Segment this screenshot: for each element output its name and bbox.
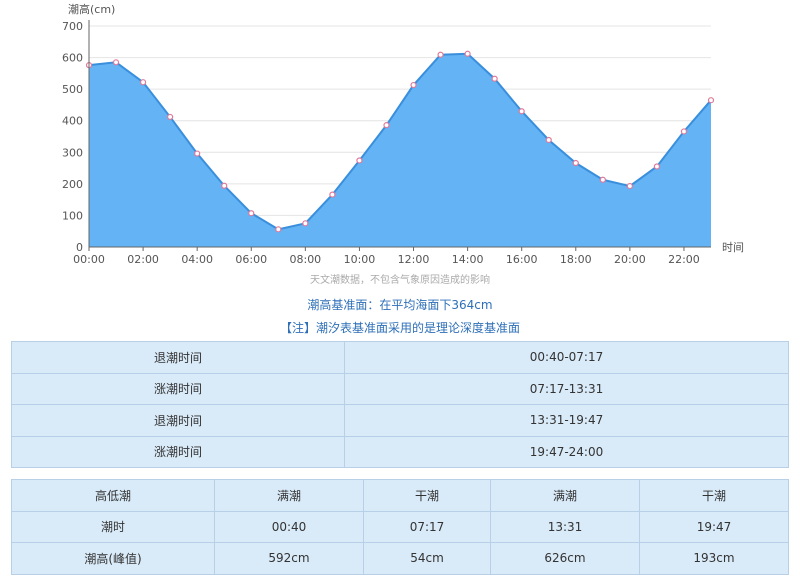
- tide-area: [89, 53, 711, 248]
- data-source-note: 天文潮数据，不包含气象原因造成的影响: [310, 275, 490, 286]
- y-tick-label: 300: [62, 146, 83, 159]
- table-row: 退潮时间 00:40-07:17: [11, 341, 789, 374]
- tide-height-cell: 54cm: [363, 542, 491, 575]
- data-point: [329, 191, 336, 198]
- tide-time-cell: 07:17: [363, 510, 491, 543]
- y-tick-label: 100: [62, 209, 83, 222]
- table-row: 潮高(峰值) 592cm 54cm 626cm 193cm: [11, 542, 789, 575]
- period-label: 退潮时间: [11, 404, 345, 437]
- chart-series: [85, 50, 715, 248]
- data-point: [221, 182, 228, 189]
- period-label: 涨潮时间: [11, 372, 345, 405]
- header-cell: 满潮: [490, 479, 640, 512]
- x-tick-label: 12:00: [398, 253, 430, 265]
- data-point: [464, 50, 471, 57]
- row-label: 潮时: [11, 510, 215, 543]
- tide-period-table: 退潮时间 00:40-07:17 涨潮时间 07:17-13:31 退潮时间 1…: [11, 341, 789, 468]
- data-point: [410, 81, 417, 89]
- data-point: [545, 136, 552, 144]
- header-cell: 高低潮: [11, 479, 215, 512]
- theory-note: 【注】潮汐表基准面采用的是理论深度基准面: [279, 321, 520, 335]
- tide-chart: 010020030040050060070000:00 02:00 04:00 06:…: [62, 2, 744, 265]
- tide-time-cell: 19:47: [639, 510, 789, 543]
- data-point: [599, 176, 606, 183]
- x-tick-label: 18:00: [560, 253, 592, 265]
- y-tick-label: 600: [62, 52, 83, 65]
- y-axis-label: 潮高(cm): [68, 2, 115, 16]
- x-axis-label: 时间: [722, 241, 744, 254]
- data-point: [626, 182, 633, 190]
- x-tick-label: 14:00: [452, 253, 484, 265]
- x-tick-label: 20:00: [614, 253, 646, 265]
- y-tick-label: 200: [62, 178, 83, 191]
- period-value: 13:31-19:47: [344, 404, 789, 437]
- data-point: [653, 163, 661, 170]
- data-point: [248, 210, 255, 217]
- tide-height-cell: 592cm: [214, 542, 364, 575]
- period-label: 涨潮时间: [11, 435, 345, 468]
- table-row: 涨潮时间 19:47-24:00: [11, 435, 789, 468]
- period-value: 00:40-07:17: [344, 341, 789, 374]
- x-tick-label: 04:00: [181, 253, 213, 265]
- row-label: 潮高(峰值): [11, 542, 215, 575]
- header-cell: 干潮: [639, 479, 789, 512]
- period-value: 07:17-13:31: [344, 372, 789, 405]
- x-tick-label: 16:00: [506, 253, 538, 265]
- data-point: [356, 157, 363, 164]
- x-tick-label: 06:00: [235, 253, 267, 265]
- data-point: [383, 122, 390, 129]
- data-point: [112, 59, 120, 66]
- tide-height-cell: 193cm: [639, 542, 789, 575]
- tide-extremes-table: 高低潮 满潮 干潮 满潮 干潮 潮时 00:40 07:17 13:31 19:…: [11, 479, 789, 575]
- header-cell: 干潮: [363, 479, 491, 512]
- period-label: 退潮时间: [11, 341, 345, 374]
- tide-time-cell: 00:40: [214, 510, 364, 543]
- data-point: [680, 128, 688, 135]
- y-tick-label: 500: [62, 83, 83, 96]
- table-header-row: 高低潮 满潮 干潮 满潮 干潮: [11, 479, 789, 512]
- data-point: [707, 97, 715, 104]
- x-tick-label: 10:00: [344, 253, 376, 265]
- data-point: [572, 159, 579, 167]
- table-row: 潮时 00:40 07:17 13:31 19:47: [11, 510, 789, 543]
- x-tick-label: 02:00: [127, 253, 159, 265]
- data-point: [437, 51, 444, 58]
- x-tick-label: 08:00: [289, 253, 321, 265]
- y-tick-label: 400: [62, 115, 83, 128]
- data-point: [275, 226, 282, 233]
- data-point: [139, 79, 147, 86]
- data-point: [167, 113, 174, 121]
- table-row: 退潮时间 13:31-19:47: [11, 404, 789, 437]
- tide-time-cell: 13:31: [490, 510, 640, 543]
- tide-height-cell: 626cm: [490, 542, 640, 575]
- data-point: [518, 108, 525, 115]
- table-row: 涨潮时间 07:17-13:31: [11, 372, 789, 405]
- datum-note: 潮高基准面：在平均海面下364cm: [307, 298, 493, 312]
- header-cell: 满潮: [214, 479, 364, 512]
- data-point: [491, 75, 498, 82]
- data-point: [302, 220, 309, 227]
- data-point: [194, 150, 201, 157]
- x-tick-label: 00:00: [73, 253, 105, 265]
- period-value: 19:47-24:00: [344, 435, 789, 468]
- y-tick-label: 700: [62, 20, 83, 33]
- x-tick-label: 22:00: [668, 253, 700, 265]
